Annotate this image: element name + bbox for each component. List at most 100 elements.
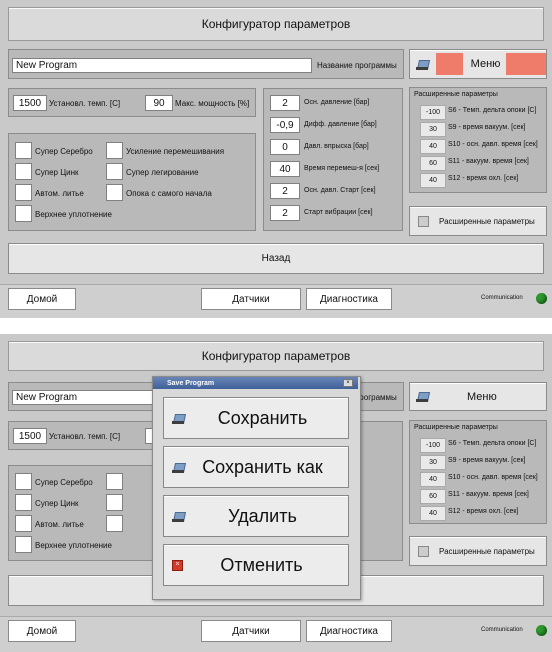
advanced-params-title: Расширенные параметры: [414, 91, 498, 98]
screenshot-gap: [0, 318, 552, 334]
checkbox-super-zinc[interactable]: [15, 494, 32, 511]
advanced-row: 30 S9 - время вакуум. [сек]: [420, 455, 552, 470]
temperature-field[interactable]: 1500: [13, 428, 47, 444]
advanced-label: S6 - Темп. дельта опоки [C]: [448, 440, 537, 447]
advanced-value[interactable]: 60: [420, 156, 446, 171]
sensors-button[interactable]: Датчики: [201, 620, 301, 642]
save-button[interactable]: Сохранить: [163, 397, 349, 439]
param-field[interactable]: 2: [270, 183, 300, 199]
program-name-group: New Program Название программы: [8, 49, 404, 79]
dialog-close-icon[interactable]: ×: [343, 379, 353, 387]
diagnostics-button[interactable]: Диагностика: [306, 620, 392, 642]
param-field[interactable]: 0: [270, 139, 300, 155]
param-label: Осн. давл. Старт [сек]: [304, 187, 376, 194]
advanced-params-panel: Расширенные параметры -100 S6 - Темп. де…: [409, 420, 547, 524]
save-as-button[interactable]: Сохранить как: [163, 446, 349, 488]
program-name-field[interactable]: New Program: [12, 58, 312, 73]
communication-status-icon: [536, 293, 547, 304]
save-icon: [172, 413, 185, 424]
checkbox-label: Супер легирование: [126, 168, 199, 177]
checkbox-auto-casting[interactable]: [15, 515, 32, 532]
param-field[interactable]: 2: [270, 95, 300, 111]
diagnostics-button[interactable]: Диагностика: [306, 288, 392, 310]
param-field[interactable]: -0,9: [270, 117, 300, 133]
temperature-field[interactable]: 1500: [13, 95, 47, 111]
menu-accent-left: [435, 53, 463, 75]
advanced-params-button[interactable]: Расширенные параметры: [409, 206, 547, 236]
checkbox-super-zinc[interactable]: [15, 163, 32, 180]
advanced-value[interactable]: -100: [420, 105, 446, 120]
page-title: Конфигуратор параметров: [8, 341, 544, 371]
advanced-row: -100 S6 - Темп. дельта опоки [C]: [420, 438, 552, 453]
home-button[interactable]: Домой: [8, 288, 76, 310]
power-field[interactable]: 90: [145, 95, 173, 111]
advanced-value[interactable]: 30: [420, 455, 446, 470]
checkbox-super-silver[interactable]: [15, 142, 32, 159]
param-label: Дифф. давление [бар]: [304, 121, 377, 128]
advanced-params-title: Расширенные параметры: [414, 424, 498, 431]
checkbox-flask-from-start[interactable]: [106, 184, 123, 201]
save-as-button-label: Сохранить как: [202, 456, 323, 477]
menu-accent-right: [506, 53, 546, 75]
communication-status-icon: [536, 625, 547, 636]
checkbox-mixing-boost[interactable]: [106, 142, 123, 159]
param-field[interactable]: 40: [270, 161, 300, 177]
param-label: Давл. впрыска [бар]: [304, 143, 369, 150]
sensors-button[interactable]: Датчики: [201, 288, 301, 310]
back-button[interactable]: Назад: [8, 243, 544, 274]
cancel-button[interactable]: × Отменить: [163, 544, 349, 586]
checkbox-label: Супер Серебро: [35, 147, 93, 156]
advanced-row: -100 S6 - Темп. дельта опоки [C]: [420, 105, 552, 120]
cancel-x-icon: ×: [172, 559, 183, 571]
param-label: Осн. давление [бар]: [304, 99, 370, 106]
save-as-icon: [172, 462, 185, 473]
advanced-value[interactable]: 40: [420, 506, 446, 521]
footer: Домой Датчики Диагностика Communication: [0, 616, 552, 652]
delete-button[interactable]: Удалить: [163, 495, 349, 537]
footer: Домой Датчики Диагностика Communication: [0, 284, 552, 318]
menu-button[interactable]: Меню: [409, 382, 547, 411]
home-button[interactable]: Домой: [8, 620, 76, 642]
checkbox-top-seal[interactable]: [15, 536, 32, 553]
page-title: Конфигуратор параметров: [8, 7, 544, 41]
advanced-label: S6 - Темп. дельта опоки [C]: [448, 107, 537, 114]
cancel-button-label: Отменить: [220, 554, 303, 575]
checkbox-super-alloying[interactable]: [106, 163, 123, 180]
checkbox-auto-casting[interactable]: [15, 184, 32, 201]
advanced-label: S10 - осн. давл. время [сек]: [448, 474, 538, 481]
advanced-value[interactable]: 60: [420, 489, 446, 504]
menu-button[interactable]: Меню: [409, 49, 547, 79]
save-program-dialog: Save Program × Сохранить Сохранить как У…: [152, 376, 361, 600]
advanced-params-panel: Расширенные параметры -100 S6 - Темп. де…: [409, 87, 547, 193]
advanced-value[interactable]: -100: [420, 438, 446, 453]
advanced-value[interactable]: 40: [420, 139, 446, 154]
square-icon: [418, 545, 429, 557]
advanced-label: S12 - время охл. [сек]: [448, 175, 519, 182]
save-disk-icon: [416, 391, 429, 402]
checkbox-super-silver[interactable]: [15, 473, 32, 490]
advanced-params-button[interactable]: Расширенные параметры: [409, 536, 547, 566]
power-label: Макс. мощность [%]: [175, 99, 250, 108]
checkbox-top-seal[interactable]: [15, 205, 32, 222]
advanced-value[interactable]: 30: [420, 122, 446, 137]
checkbox-flask-from-start[interactable]: [106, 515, 123, 532]
save-disk-icon: [416, 59, 428, 70]
advanced-row: 40 S10 - осн. давл. время [сек]: [420, 139, 552, 154]
checkbox-mixing-boost[interactable]: [106, 473, 123, 490]
advanced-value[interactable]: 40: [420, 472, 446, 487]
save-button-label: Сохранить: [217, 407, 308, 428]
square-icon: [418, 215, 429, 227]
dialog-title-bar: Save Program: [153, 377, 358, 389]
param-field[interactable]: 2: [270, 205, 300, 221]
advanced-row: 60 S11 - вакуум. время [сек]: [420, 489, 552, 504]
advanced-value[interactable]: 40: [420, 173, 446, 188]
advanced-row: 40 S12 - время охл. [сек]: [420, 506, 552, 521]
options-group: Супер Серебро Супер Цинк Автом. литье Ве…: [8, 133, 256, 231]
param-label: Старт вибрации [сек]: [304, 209, 373, 216]
temperature-group: 1500 Установл. темп. [C] 90 Макс. мощнос…: [8, 88, 256, 117]
advanced-label: S9 - время вакуум. [сек]: [448, 124, 526, 131]
advanced-row: 30 S9 - время вакуум. [сек]: [420, 122, 552, 137]
advanced-row: 40 S10 - осн. давл. время [сек]: [420, 472, 552, 487]
checkbox-super-alloying[interactable]: [106, 494, 123, 511]
communication-label: Communication: [481, 627, 523, 633]
